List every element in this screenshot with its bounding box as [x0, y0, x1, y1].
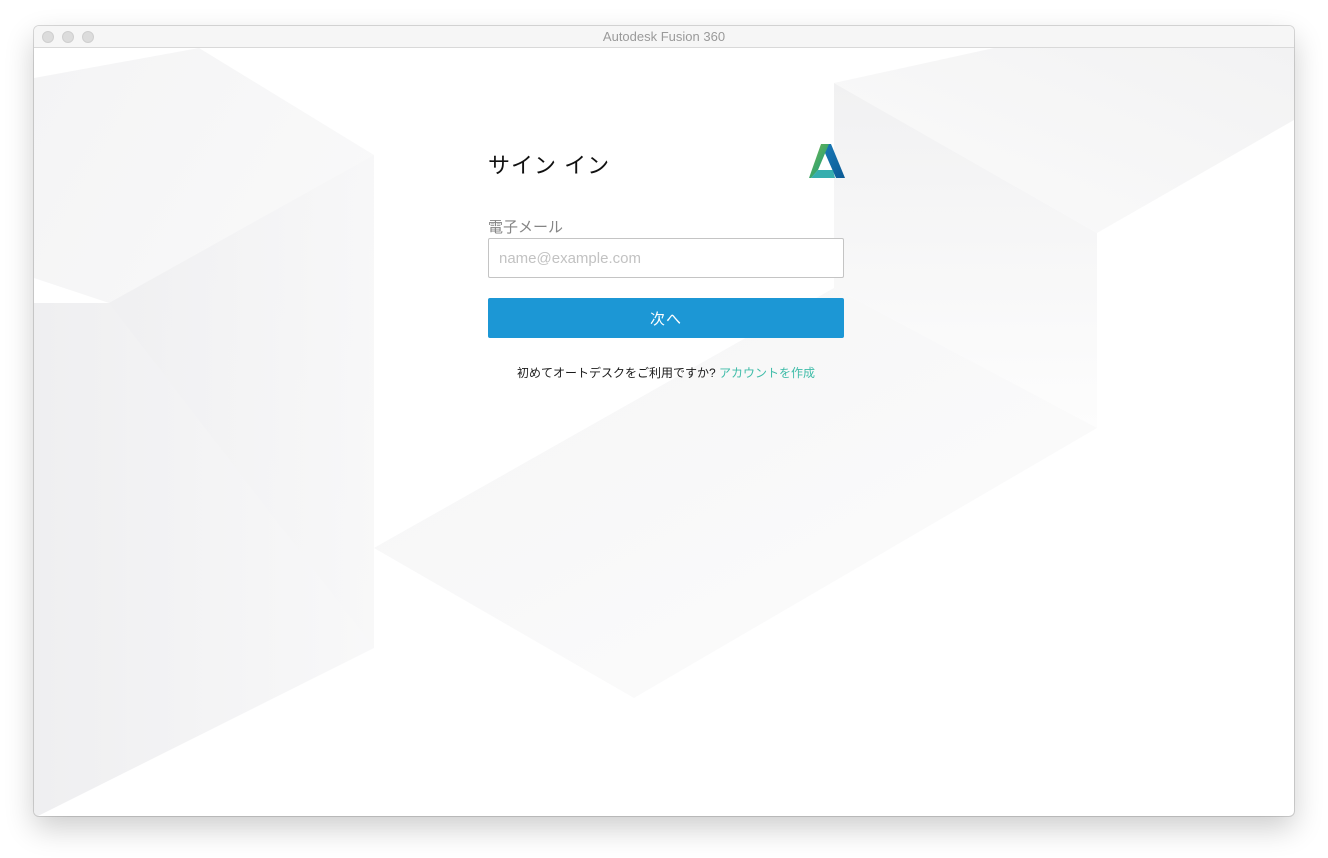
new-user-text: 初めてオートデスクをご利用ですか?	[516, 366, 716, 380]
email-field[interactable]	[488, 238, 844, 278]
create-account-link[interactable]: アカウントを作成	[719, 366, 815, 380]
email-label: 電子メール	[488, 219, 564, 236]
signin-page: サイン イン 電子メール 次へ	[34, 48, 1294, 816]
next-button[interactable]: 次へ	[488, 298, 844, 338]
window-title: Autodesk Fusion 360	[602, 29, 726, 44]
background-pattern	[34, 48, 1294, 816]
title-bar[interactable]: Autodesk Fusion 360	[34, 26, 1294, 48]
page-title: サイン イン	[488, 153, 611, 178]
autodesk-a-logo	[809, 144, 845, 178]
app-window: Autodesk Fusion 360 サイン イン 電子メール name@ex…	[34, 26, 1294, 816]
create-account-row: 初めてオートデスクをご利用ですか? アカウントを作成	[488, 364, 844, 381]
